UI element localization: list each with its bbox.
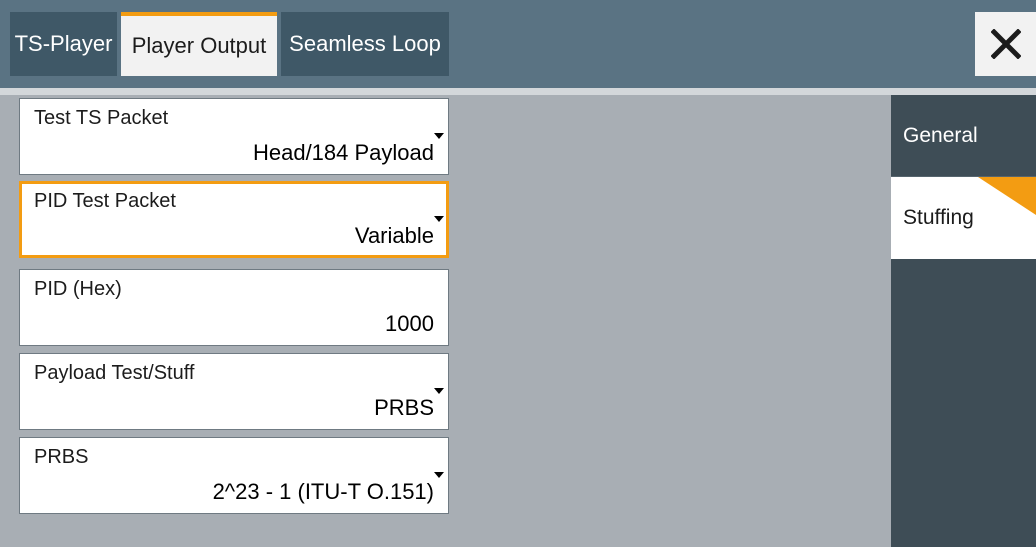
pid-test-packet-dropdown[interactable]: PID Test Packet Variable (19, 181, 449, 258)
field-label: Test TS Packet (34, 107, 169, 129)
field-value: PRBS (374, 395, 434, 420)
field-label: PRBS (34, 446, 89, 468)
side-nav-label: Stuffing (903, 206, 974, 229)
close-button[interactable] (975, 12, 1036, 76)
field-value: 2^23 - 1 (ITU-T O.151) (212, 479, 434, 504)
dropdown-caret-icon (434, 388, 444, 394)
tab-player-output[interactable]: Player Output (121, 12, 277, 76)
tab-label: Player Output (131, 33, 267, 58)
tab-separator (0, 88, 1036, 95)
pid-hex-input[interactable]: PID (Hex) 1000 (19, 269, 449, 346)
close-x-icon (990, 29, 1021, 59)
field-label: Payload Test/Stuff (34, 362, 195, 384)
dropdown-caret-icon (434, 216, 444, 222)
field-label: PID Test Packet (34, 190, 176, 212)
tab-label: TS-Player (14, 31, 113, 56)
dropdown-caret-icon (434, 133, 444, 139)
tab-ts-player[interactable]: TS-Player (10, 12, 117, 76)
tab-seamless-loop[interactable]: Seamless Loop (281, 12, 449, 76)
field-value: Variable (354, 223, 434, 248)
tab-label: Seamless Loop (289, 31, 441, 56)
tab-bar: TS-Player Player Output Seamless Loop (0, 0, 1036, 88)
side-nav-stuffing[interactable]: Stuffing (891, 177, 1036, 259)
field-label: PID (Hex) (34, 278, 122, 300)
active-corner-marker (978, 177, 1036, 215)
field-value: 1000 (385, 311, 434, 336)
side-nav-general[interactable]: General (891, 95, 1036, 177)
side-nav-label: General (903, 123, 978, 147)
test-ts-packet-dropdown[interactable]: Test TS Packet Head/184 Payload (19, 98, 449, 175)
dropdown-caret-icon (434, 472, 444, 478)
side-navigation: General Stuffing (891, 95, 1036, 547)
payload-test-stuff-dropdown[interactable]: Payload Test/Stuff PRBS (19, 353, 449, 430)
prbs-dropdown[interactable]: PRBS 2^23 - 1 (ITU-T O.151) (19, 437, 449, 514)
field-value: Head/184 Payload (252, 140, 434, 165)
